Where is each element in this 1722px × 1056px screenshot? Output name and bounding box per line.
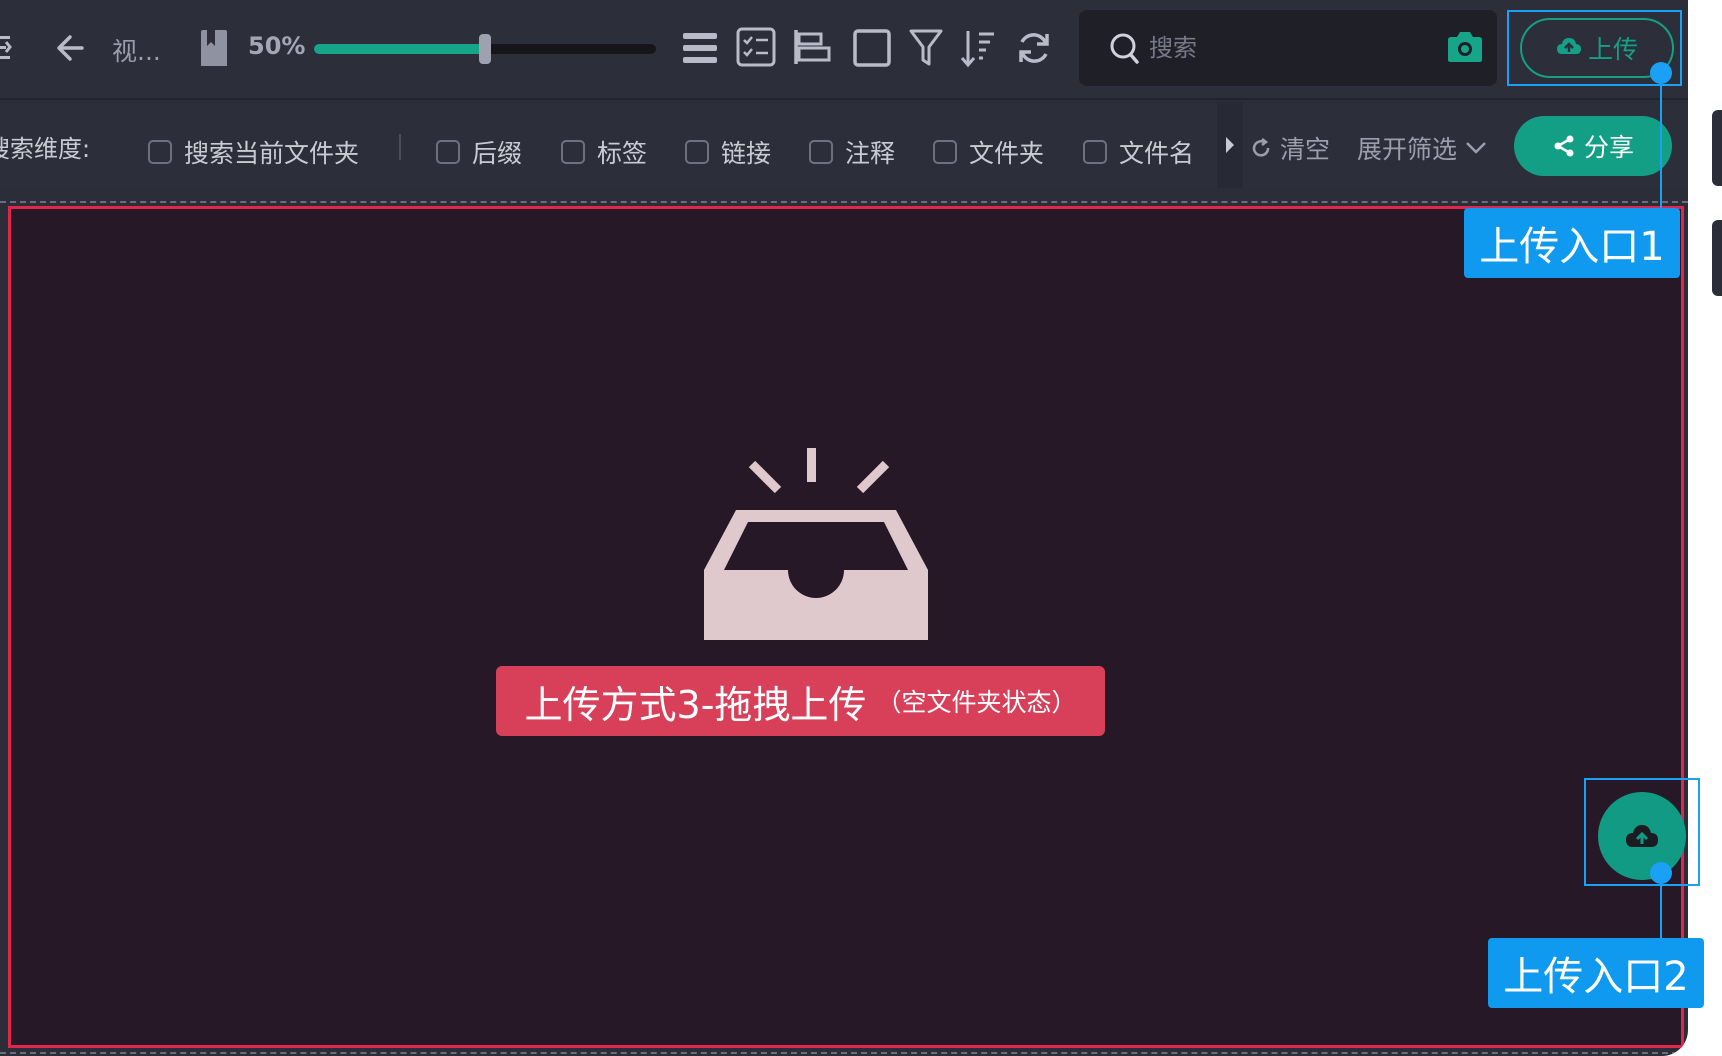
- drop-zone-bottom-edge: [0, 1052, 1688, 1054]
- drag-upload-subtitle: （空文件夹状态）: [876, 688, 1077, 717]
- right-panel-card: [1712, 220, 1722, 296]
- share-label: 分享: [1583, 133, 1634, 162]
- checkbox[interactable]: [933, 140, 957, 164]
- search-icon: [1109, 32, 1141, 70]
- caret-right-icon[interactable]: [1217, 102, 1243, 188]
- filter-current-folder[interactable]: 搜索当前文件夹: [148, 134, 359, 170]
- filter-tag[interactable]: 标签: [561, 134, 647, 170]
- back-arrow-icon[interactable]: [52, 30, 88, 70]
- filter-option-label: 搜索当前文件夹: [184, 139, 360, 168]
- filter-option-label: 注释: [845, 139, 896, 168]
- refresh-icon[interactable]: [1016, 28, 1052, 72]
- right-panel-card: [1712, 110, 1722, 186]
- checkbox[interactable]: [685, 140, 709, 164]
- align-left-icon[interactable]: [793, 28, 833, 70]
- filter-option-label: 文件夹: [969, 139, 1045, 168]
- sort-icon[interactable]: [960, 28, 996, 72]
- zoom-slider[interactable]: [314, 34, 656, 64]
- drag-upload-title: 上传方式3-拖拽上传: [524, 682, 867, 727]
- folder-title: 视...: [112, 37, 161, 66]
- filter-option-label: 链接: [721, 139, 772, 168]
- divider: [399, 134, 401, 160]
- clear-label: 清空: [1280, 135, 1331, 164]
- search-dimension-label: 搜索维度:: [0, 135, 91, 163]
- zoom-slider-fill: [314, 44, 485, 54]
- checkbox[interactable]: [436, 140, 460, 164]
- filter-bar: 搜索维度: 搜索当前文件夹 后缀 标签 链接 注释: [0, 102, 1688, 188]
- search-box: [1079, 10, 1497, 86]
- chevron-down-icon: [1466, 142, 1486, 154]
- annotation-line: [1660, 72, 1662, 210]
- list-view-icon[interactable]: [681, 30, 719, 70]
- checklist-icon[interactable]: [736, 27, 776, 71]
- filter-suffix[interactable]: 后缀: [436, 134, 522, 170]
- empty-inbox-icon: [700, 446, 932, 642]
- main-frame: 视... 50% 搜索 上传 索维度: 搜索当前文件夹 后缀 标签 链接 注释 …: [0, 0, 1688, 1056]
- select-frame-icon[interactable]: [852, 28, 892, 72]
- drop-zone-top-edge: [0, 201, 1688, 203]
- app-window: 视... 50% 搜索 上传 索维度: 搜索当前文件夹 后缀 标签 链接 注释 …: [0, 0, 1722, 1056]
- clear-button[interactable]: 清空: [1250, 130, 1330, 166]
- filter-link[interactable]: 链接: [685, 134, 771, 170]
- drag-upload-label: 上传方式3-拖拽上传 （空文件夹状态）: [496, 666, 1105, 736]
- expand-filter-label: 展开筛选: [1357, 135, 1458, 164]
- filter-option-label: 文件名: [1119, 139, 1195, 168]
- search-input[interactable]: [1149, 30, 1419, 66]
- checkbox[interactable]: [148, 140, 172, 164]
- sidebar-toggle-icon[interactable]: [0, 30, 16, 70]
- reset-icon: [1252, 138, 1270, 157]
- checkbox[interactable]: [561, 140, 585, 164]
- share-button[interactable]: 分享: [1514, 116, 1672, 176]
- camera-icon[interactable]: [1445, 30, 1485, 68]
- share-icon: [1554, 135, 1574, 157]
- top-toolbar: 视... 50% 搜索 上传: [0, 0, 1688, 100]
- expand-filter-button[interactable]: 展开筛选: [1357, 130, 1487, 166]
- bookmark-icon[interactable]: [197, 28, 229, 72]
- filter-option-label: 标签: [597, 139, 648, 168]
- checkbox[interactable]: [809, 140, 833, 164]
- filter-icon[interactable]: [908, 28, 944, 72]
- filter-note[interactable]: 注释: [809, 134, 895, 170]
- checkbox[interactable]: [1083, 140, 1107, 164]
- annotation-box-entry2: [1584, 778, 1700, 886]
- zoom-label: 50%: [248, 32, 306, 60]
- zoom-slider-thumb[interactable]: [479, 34, 491, 64]
- filter-folder[interactable]: 文件夹: [933, 134, 1044, 170]
- scroll-divider: [1217, 102, 1243, 188]
- annotation-label-entry1: 上传入口1: [1464, 208, 1680, 278]
- annotation-label-entry2: 上传入口2: [1488, 938, 1704, 1008]
- annotation-line: [1660, 872, 1662, 938]
- filter-option-label: 后缀: [472, 139, 523, 168]
- filter-filename[interactable]: 文件名: [1083, 134, 1194, 170]
